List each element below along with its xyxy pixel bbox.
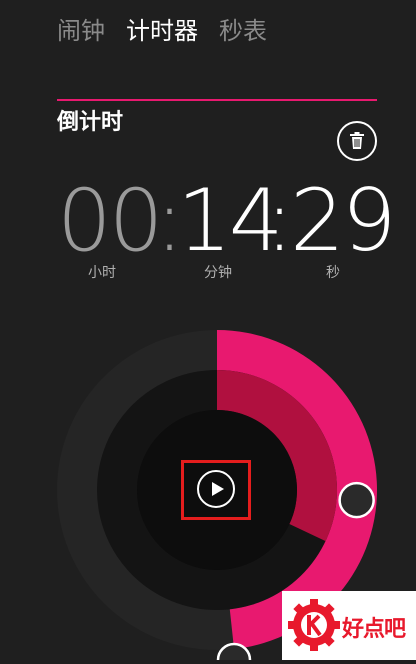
gear-k-icon [288, 599, 340, 651]
play-icon [212, 482, 224, 496]
timer-name-title: 倒计时 [57, 110, 124, 135]
seconds-value[interactable]: 29 [290, 178, 396, 264]
separator: : [265, 171, 294, 271]
trash-icon [350, 132, 364, 149]
seconds-drag-handle[interactable] [338, 481, 375, 519]
watermark-logo: 好点吧 [282, 591, 416, 660]
minutes-unit-label: 分钟 [204, 265, 232, 281]
tab-stopwatch[interactable]: 秒表 [219, 14, 267, 48]
tab-alarm[interactable]: 闹钟 [57, 14, 105, 48]
hours-value[interactable]: 00 [57, 178, 163, 264]
seconds-unit-label: 秒 [326, 265, 340, 281]
hours-unit-label: 小时 [88, 265, 116, 281]
tab-timer[interactable]: 计时器 [126, 14, 198, 48]
top-tabs: 闹钟 计时器 秒表 [57, 14, 288, 48]
play-button[interactable] [197, 470, 235, 508]
watermark-text: 好点吧 [342, 617, 406, 642]
accent-divider [57, 99, 377, 101]
delete-button[interactable] [337, 121, 377, 161]
